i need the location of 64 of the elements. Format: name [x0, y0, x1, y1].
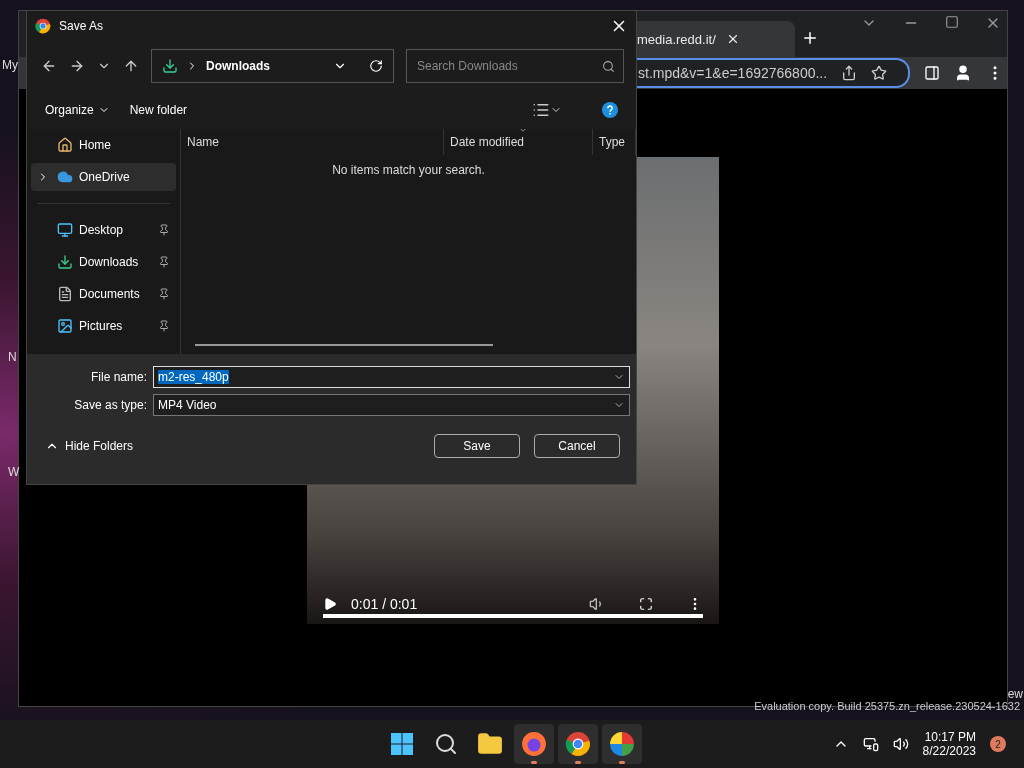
network-icon[interactable]	[862, 736, 879, 752]
sidebar-item[interactable]: OneDrive	[31, 163, 176, 191]
dialog-button[interactable]: Save	[434, 434, 520, 458]
search-icon[interactable]	[434, 732, 458, 756]
dialog-title: Save As	[59, 19, 105, 33]
video-time: 0:01 / 0:01	[351, 596, 419, 612]
url-text: st.mpd&v=1&e=1692766800...	[638, 65, 828, 81]
volume-icon[interactable]	[892, 736, 909, 752]
new-tab-icon[interactable]	[801, 29, 819, 47]
forward-button[interactable]	[69, 58, 85, 74]
hide-folders-button[interactable]: Hide Folders	[39, 438, 140, 454]
document-icon	[57, 286, 73, 302]
file-name-field[interactable]: m2-res_480p	[153, 366, 630, 388]
user-icon[interactable]	[954, 64, 972, 82]
column-header[interactable]: Name	[181, 129, 444, 155]
desktop-icon-label: My	[2, 58, 18, 72]
clock[interactable]: 10:17 PM 8/22/2023	[922, 730, 976, 758]
side-panel-icon[interactable]	[924, 65, 940, 81]
chrome-logo-icon	[565, 731, 591, 757]
dialog-button[interactable]: Cancel	[534, 434, 620, 458]
field-label: File name:	[89, 370, 147, 384]
notification-badge[interactable]: 2	[990, 736, 1006, 752]
empty-message: No items match your search.	[332, 163, 485, 177]
search-field[interactable]: Search Downloads	[406, 49, 624, 83]
column-header[interactable]: Date modified	[444, 129, 593, 155]
search-icon[interactable]	[602, 59, 615, 73]
sidebar-item[interactable]: Documents	[31, 280, 176, 308]
search-input[interactable]: Search Downloads	[415, 58, 602, 74]
desktop-icon-label: W	[8, 465, 20, 479]
fullscreen-icon[interactable]	[639, 597, 653, 611]
star-icon[interactable]	[871, 65, 888, 81]
field-label: Save as type:	[73, 398, 147, 412]
list-icon	[532, 101, 550, 119]
desktop-icon-label: N	[8, 350, 17, 364]
sidebar-item[interactable]: Home	[31, 131, 176, 159]
watermark-text: Evaluation copy. Build 25375.zn_release.230524-1632	[754, 700, 1020, 712]
toolbar-button[interactable]: Organize	[45, 103, 110, 117]
back-button[interactable]	[41, 58, 57, 74]
path-bar[interactable]: Downloads	[151, 49, 394, 83]
image-icon	[57, 318, 73, 334]
toolbar-button[interactable]: New folder	[129, 103, 188, 117]
home-icon	[57, 137, 73, 153]
share-icon[interactable]	[841, 65, 858, 81]
monitor-icon	[57, 222, 73, 238]
color-wheel-icon[interactable]	[609, 731, 635, 757]
help-icon[interactable]	[602, 102, 618, 118]
play-icon[interactable]	[323, 597, 337, 611]
file-type-dropdown[interactable]: MP4 Video	[153, 394, 630, 416]
sidebar-item[interactable]: Desktop	[31, 216, 176, 244]
cloud-icon	[57, 169, 73, 185]
folder-icon[interactable]	[477, 731, 503, 757]
column-header[interactable]: Type	[593, 129, 636, 155]
chrome-logo-icon	[35, 18, 51, 34]
windows-logo-icon[interactable]	[390, 732, 414, 756]
desktop-icon-label: ew	[1007, 687, 1023, 701]
view-button[interactable]	[532, 101, 562, 119]
maximize-icon[interactable]	[945, 15, 959, 29]
progress-track[interactable]	[323, 614, 703, 618]
download-icon	[57, 254, 73, 270]
tab-title: media.redd.it/	[637, 31, 716, 47]
scrollbar[interactable]	[195, 344, 493, 346]
up-button[interactable]	[123, 58, 139, 74]
sidebar-item[interactable]: Pictures	[31, 312, 176, 340]
sidebar-item[interactable]: Downloads	[31, 248, 176, 276]
